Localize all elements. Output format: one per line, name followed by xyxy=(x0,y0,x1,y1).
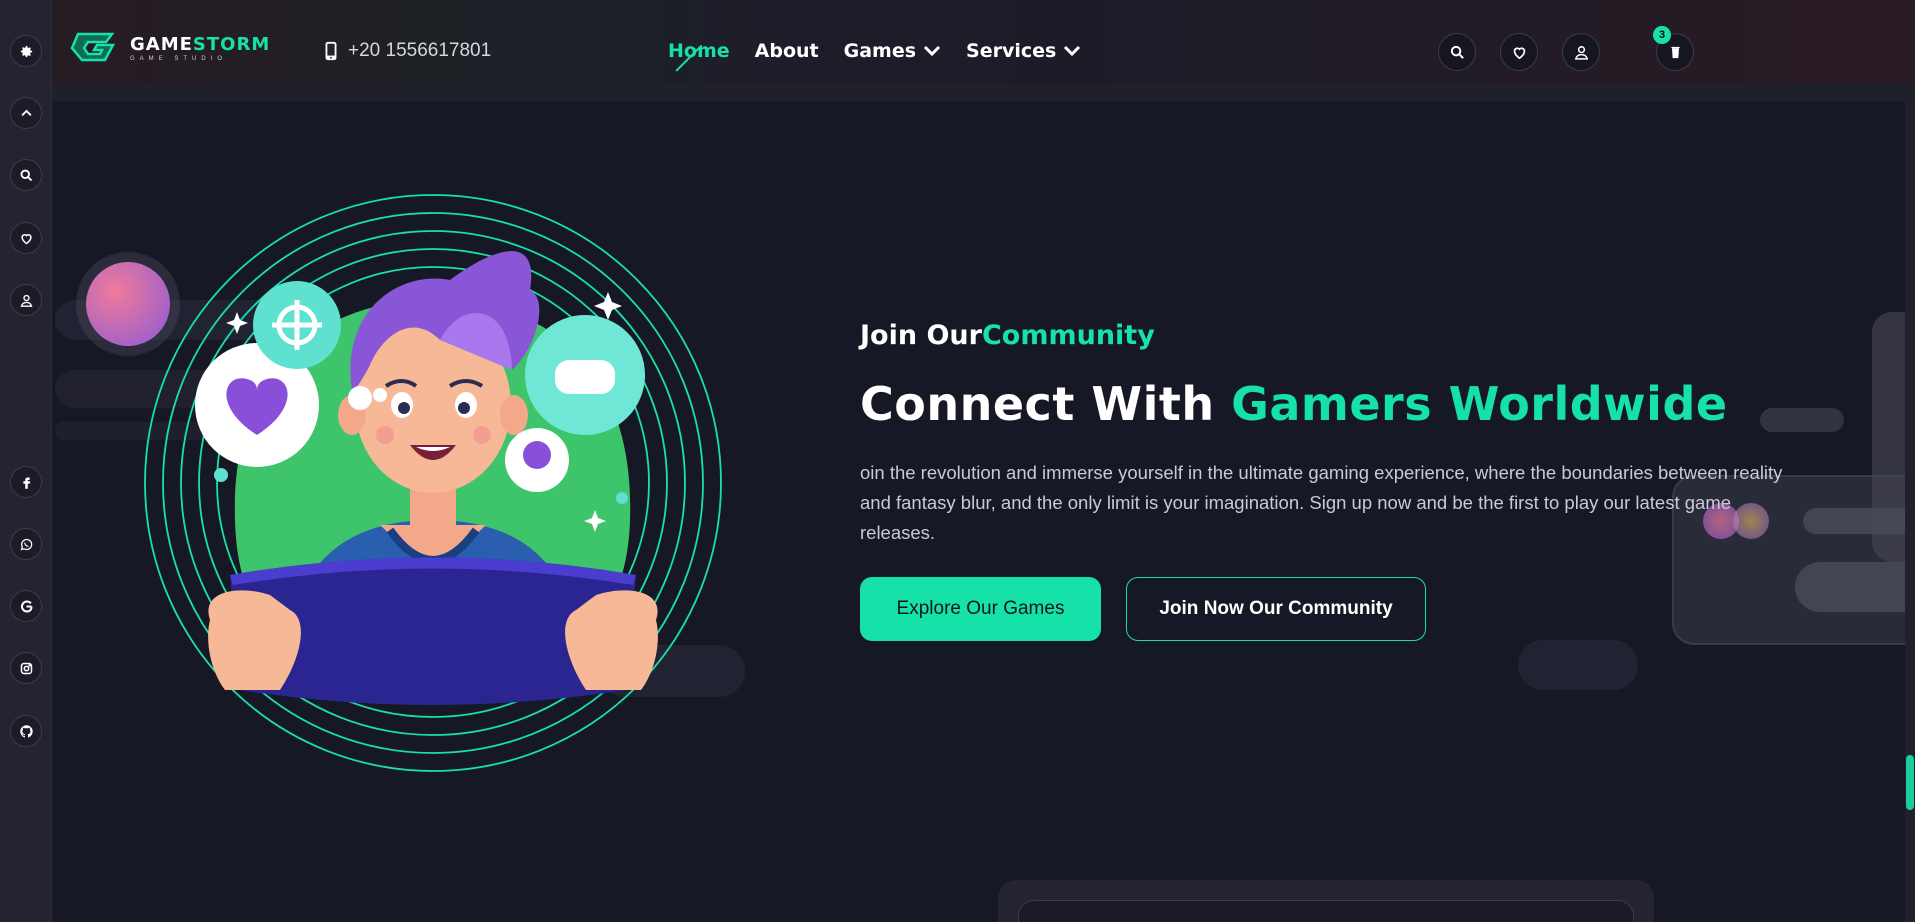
scroll-up-chevron-icon[interactable] xyxy=(10,97,42,129)
nav-home[interactable]: Home xyxy=(668,40,730,62)
header-cart-icon[interactable]: 3 xyxy=(1653,26,1694,71)
nav-services[interactable]: Services xyxy=(966,40,1081,62)
cart-count-badge: 3 xyxy=(1653,26,1671,44)
left-toolbar xyxy=(0,0,52,922)
google-icon[interactable] xyxy=(10,590,42,622)
logo-tagline: GAME STUDIO xyxy=(130,56,228,62)
logo-wordmark: GAMESTORM xyxy=(130,34,271,55)
phone-number: +20 1556617801 xyxy=(348,40,492,61)
chevron-down-icon xyxy=(923,45,941,57)
phone-contact[interactable]: +20 1556617801 xyxy=(324,40,491,62)
gamestorm-logo-icon xyxy=(70,32,116,62)
decorative-blob xyxy=(1795,562,1915,612)
scrollbar-thumb[interactable] xyxy=(1906,755,1914,810)
header-wishlist-heart-icon[interactable] xyxy=(1500,33,1538,71)
user-icon[interactable] xyxy=(10,284,42,316)
mobile-phone-icon xyxy=(325,41,337,61)
next-section-inner-panel xyxy=(1018,900,1634,922)
explore-games-button[interactable]: Explore Our Games xyxy=(860,577,1101,641)
nav-about[interactable]: About xyxy=(755,40,819,62)
instagram-icon[interactable] xyxy=(10,652,42,684)
nav-games[interactable]: Games xyxy=(844,40,941,62)
chevron-down-icon xyxy=(1064,45,1081,57)
facebook-icon[interactable] xyxy=(10,466,42,498)
whatsapp-icon[interactable] xyxy=(10,528,42,560)
settings-gear-icon[interactable] xyxy=(10,35,42,67)
site-header: GAMESTORM GAME STUDIO +20 1556617801 Hom… xyxy=(52,0,1915,102)
main-nav: Home About Games Services xyxy=(668,40,1081,62)
hero-headline: Connect With Gamers Worldwide xyxy=(860,377,1728,431)
site-logo[interactable]: GAMESTORM GAME STUDIO xyxy=(70,30,270,66)
search-icon[interactable] xyxy=(10,159,42,191)
hero-eyebrow: Join OurCommunity xyxy=(860,320,1155,351)
github-icon[interactable] xyxy=(10,715,42,747)
heart-icon[interactable] xyxy=(10,222,42,254)
hero-description: oin the revolution and immerse yourself … xyxy=(860,462,1783,543)
hero-gamer-illustration xyxy=(144,194,722,772)
join-community-button[interactable]: Join Now Our Community xyxy=(1126,577,1426,641)
header-search-icon[interactable] xyxy=(1438,33,1476,71)
decorative-blob xyxy=(1518,640,1638,690)
decorative-blob xyxy=(1760,408,1844,432)
header-account-user-icon[interactable] xyxy=(1562,33,1600,71)
